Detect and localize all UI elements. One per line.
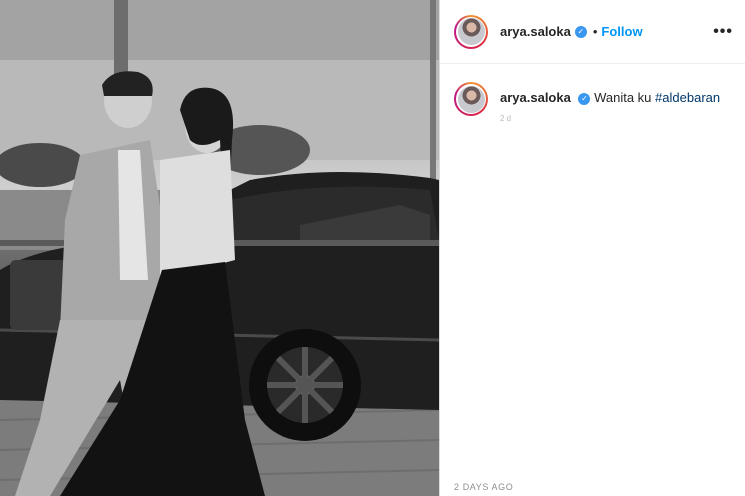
comment-timestamp: 2 d bbox=[500, 114, 512, 123]
photo-illustration bbox=[0, 0, 439, 496]
hashtag-link[interactable]: #aldebaran bbox=[655, 90, 720, 105]
caption-verified-badge-icon: ✓ bbox=[578, 93, 591, 105]
avatar-image bbox=[457, 18, 485, 45]
verified-badge-icon: ✓ bbox=[574, 25, 587, 38]
avatar[interactable] bbox=[454, 14, 488, 49]
post-header: arya.saloka ✓ • Follow ••• bbox=[440, 0, 745, 64]
more-options-icon[interactable]: ••• bbox=[713, 23, 733, 41]
separator-dot: • bbox=[592, 24, 598, 39]
post-photo[interactable] bbox=[0, 0, 439, 496]
caption-text: arya.saloka ✓ Wanita ku #aldebaran bbox=[500, 82, 720, 107]
instagram-post: arya.saloka ✓ • Follow ••• arya.saloka ✓… bbox=[0, 0, 745, 496]
caption-avatar[interactable] bbox=[454, 82, 488, 116]
caption-body: Wanita ku bbox=[594, 90, 652, 105]
follow-button[interactable]: Follow bbox=[601, 24, 642, 39]
caption-username[interactable]: arya.saloka bbox=[500, 90, 571, 105]
caption-avatar-image bbox=[457, 85, 485, 113]
post-side-panel: arya.saloka ✓ • Follow ••• arya.saloka ✓… bbox=[439, 0, 745, 496]
header-username[interactable]: arya.saloka bbox=[500, 24, 571, 39]
post-date: 2 DAYS AGO bbox=[454, 482, 514, 492]
caption-comment: arya.saloka ✓ Wanita ku #aldebaran bbox=[440, 64, 745, 116]
